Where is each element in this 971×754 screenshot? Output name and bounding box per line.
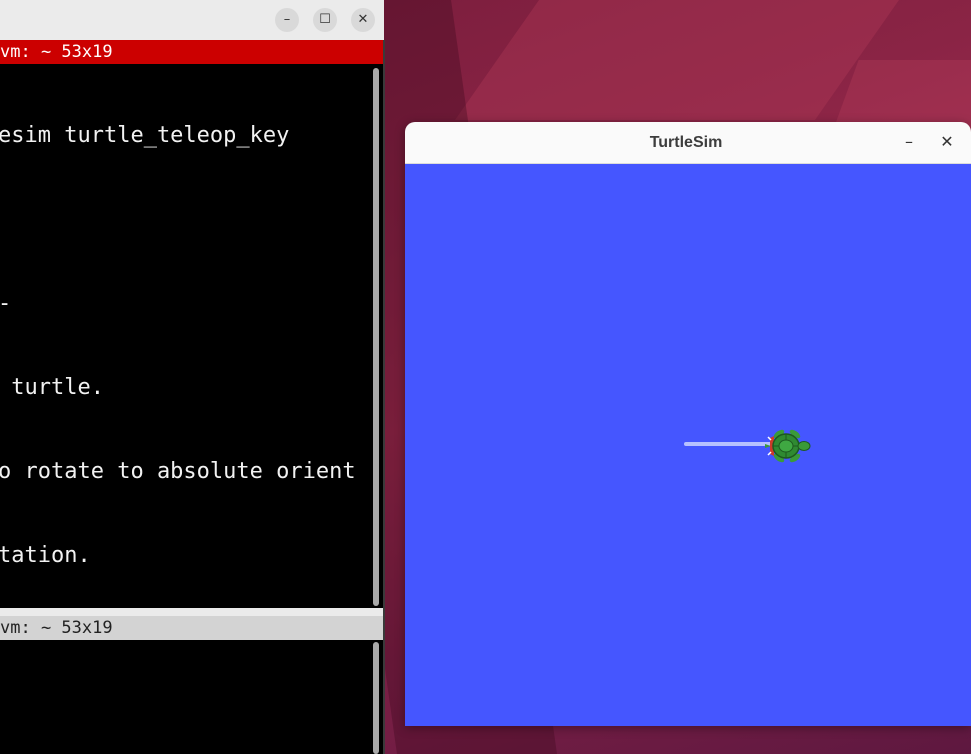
turtlesim-titlebar[interactable]: TurtleSim – ✕: [405, 122, 971, 164]
terminal-line: turtle.: [0, 375, 104, 400]
window-title: TurtleSim: [649, 134, 723, 151]
close-icon: ✕: [940, 132, 954, 151]
terminal-scrollbar-lower[interactable]: [373, 642, 379, 754]
terminal-window[interactable]: – ☐ ✕ vm: ~ 53x19 esim turtle_teleop_key…: [0, 0, 385, 754]
terminal-line: o rotate to absolute orient: [0, 459, 356, 484]
maximize-icon: ☐: [319, 12, 331, 27]
terminal-pane-title-inactive[interactable]: vm: ~ 53x19: [0, 616, 384, 640]
close-icon: ✕: [357, 12, 369, 27]
turtle-icon: [765, 429, 811, 463]
terminal-line: tation.: [0, 543, 91, 568]
terminal-line: esim turtle_teleop_key: [0, 123, 290, 148]
minimize-button[interactable]: –: [897, 130, 921, 154]
terminal-scrollbar[interactable]: [373, 68, 379, 606]
terminal-line: -: [0, 290, 368, 318]
turtlesim-canvas[interactable]: [405, 164, 971, 726]
minimize-button[interactable]: –: [275, 8, 299, 32]
maximize-button[interactable]: ☐: [313, 8, 337, 32]
turtlesim-window[interactable]: TurtleSim – ✕: [405, 122, 971, 726]
minimize-icon: –: [905, 132, 913, 151]
terminal-titlebar[interactable]: – ☐ ✕: [0, 0, 384, 40]
terminal-window-edge: [383, 40, 385, 754]
close-button[interactable]: ✕: [351, 8, 375, 32]
close-button[interactable]: ✕: [935, 130, 959, 154]
pane-divider[interactable]: [0, 608, 384, 616]
minimize-icon: –: [283, 12, 291, 27]
terminal-output[interactable]: esim turtle_teleop_key - turtle. o rotat…: [0, 66, 368, 626]
terminal-pane-title-active[interactable]: vm: ~ 53x19: [0, 40, 384, 64]
